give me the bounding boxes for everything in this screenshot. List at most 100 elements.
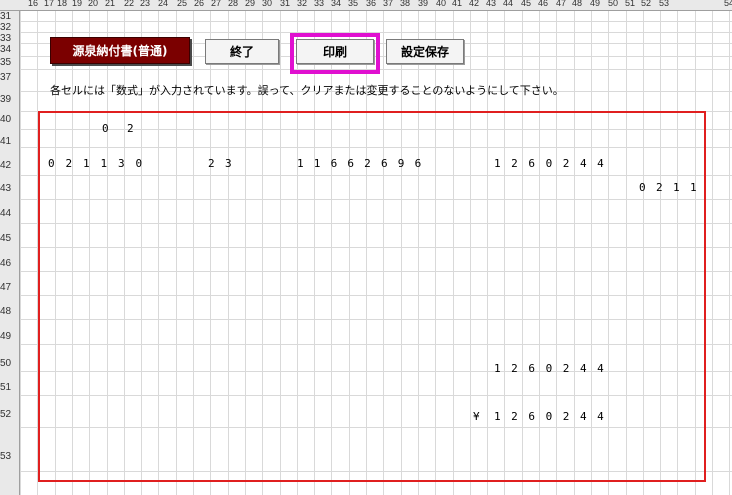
column-header-label[interactable]: 49 xyxy=(590,0,600,8)
digit-cell: 0 xyxy=(545,362,553,375)
row-header-label[interactable]: 39 xyxy=(0,94,18,105)
column-header-label[interactable]: 45 xyxy=(521,0,531,8)
print-button[interactable]: 印刷 xyxy=(296,39,374,64)
column-header-label[interactable]: 17 xyxy=(44,0,54,8)
column-header-label[interactable]: 29 xyxy=(245,0,255,8)
row-header-label[interactable]: 44 xyxy=(0,208,18,219)
row-header-label[interactable]: 46 xyxy=(0,258,18,269)
column-header-label[interactable]: 18 xyxy=(57,0,67,8)
column-header-label[interactable]: 42 xyxy=(469,0,479,8)
digit-cell: 6 xyxy=(528,157,535,170)
digit-cell: 6 xyxy=(414,157,422,170)
column-header-label[interactable]: 34 xyxy=(331,0,341,8)
digit-cell: 2 xyxy=(511,362,518,375)
column-header-label[interactable]: 30 xyxy=(262,0,272,8)
digit-cell: 2 xyxy=(511,157,518,170)
column-header-bar: 16 17 18 19 20 21 22 23 24 25 26 27 28 29 30 31 32 33 34 35… xyxy=(0,0,732,11)
column-header-label[interactable]: 20 xyxy=(88,0,98,8)
grid-column-line xyxy=(729,11,730,495)
row-header-label[interactable]: 53 xyxy=(0,451,18,462)
row-header-label[interactable]: 34 xyxy=(0,44,18,55)
column-header-label[interactable]: 22 xyxy=(124,0,134,8)
row-header-label[interactable]: 45 xyxy=(0,233,18,244)
digit-cell: 1 xyxy=(493,157,501,170)
column-header-label[interactable]: 39 xyxy=(418,0,428,8)
row-header-label[interactable]: 49 xyxy=(0,331,18,342)
column-header-label[interactable]: 37 xyxy=(383,0,393,8)
column-header-label[interactable]: 54 xyxy=(724,0,732,8)
column-header-label[interactable]: 23 xyxy=(140,0,150,8)
digit-cell: 2 xyxy=(562,362,570,375)
digit-cell: 6 xyxy=(380,157,388,170)
digit-cell: 1 xyxy=(100,157,108,170)
column-header-label[interactable]: 48 xyxy=(572,0,582,8)
column-header-label[interactable]: 41 xyxy=(452,0,462,8)
column-header-label[interactable]: 43 xyxy=(486,0,496,8)
column-header-label[interactable]: 27 xyxy=(211,0,221,8)
column-header-label[interactable]: 38 xyxy=(400,0,410,8)
digit-cell: 1 xyxy=(82,157,90,170)
column-header-label[interactable]: 44 xyxy=(503,0,513,8)
column-header-label[interactable]: 28 xyxy=(228,0,238,8)
column-header-label[interactable]: 46 xyxy=(538,0,548,8)
row-header-label[interactable]: 51 xyxy=(0,382,18,393)
row-header-label[interactable]: 47 xyxy=(0,282,18,293)
column-header-label[interactable]: 33 xyxy=(314,0,324,8)
row-header-label[interactable]: 48 xyxy=(0,306,18,317)
digit-cell: 2 xyxy=(562,157,570,170)
exit-button[interactable]: 終了 xyxy=(205,39,279,64)
digit-cell: 2 xyxy=(126,122,134,135)
digit-cell: 4 xyxy=(579,410,587,423)
digit-cell: 2 xyxy=(207,157,215,170)
row-header-bar: 31 32 33 34 35 37 39 40 41 42 43 44 45 46 47 48 49 50 51 52… xyxy=(0,11,20,495)
row-header-label[interactable]: 40 xyxy=(0,114,18,125)
formula-warning-text: 各セルには「数式」が入力されています。誤って、クリアまたは変更することのないよう… xyxy=(50,84,564,97)
column-header-label[interactable]: 26 xyxy=(194,0,204,8)
digit-cell: 6 xyxy=(528,362,535,375)
row-header-label[interactable]: 33 xyxy=(0,33,18,44)
column-header-label[interactable]: 19 xyxy=(72,0,82,8)
save-settings-button[interactable]: 設定保存 xyxy=(386,39,464,64)
column-header-label[interactable]: 52 xyxy=(641,0,651,8)
column-header-label[interactable]: 31 xyxy=(280,0,290,8)
row-header-label[interactable]: 32 xyxy=(0,22,18,33)
digit-cell: 2 xyxy=(65,157,73,170)
column-header-label[interactable]: 47 xyxy=(556,0,566,8)
digit-cell: 0 xyxy=(135,157,143,170)
column-header-label[interactable]: 24 xyxy=(158,0,168,8)
column-header-label[interactable]: 21 xyxy=(105,0,115,8)
row-header-label[interactable]: 31 xyxy=(0,11,18,22)
row-header-label[interactable]: 52 xyxy=(0,409,18,420)
digit-cell: 4 xyxy=(597,410,604,423)
column-header-label[interactable]: 16 xyxy=(28,0,38,8)
digit-cell: 4 xyxy=(579,157,587,170)
column-header-label[interactable]: 32 xyxy=(297,0,307,8)
digit-cell: 3 xyxy=(224,157,232,170)
digit-cell: 4 xyxy=(597,362,604,375)
digit-cell: 2 xyxy=(655,181,663,194)
row-header-label[interactable]: 42 xyxy=(0,160,18,171)
column-header-label[interactable]: 40 xyxy=(436,0,446,8)
column-header-label[interactable]: 25 xyxy=(177,0,187,8)
column-header-label[interactable]: 35 xyxy=(348,0,358,8)
digit-cell: 1 xyxy=(313,157,321,170)
column-header-label[interactable]: 36 xyxy=(366,0,376,8)
row-header-label[interactable]: 50 xyxy=(0,358,18,369)
digit-cell: 4 xyxy=(579,362,587,375)
digit-cell: 0 xyxy=(47,157,55,170)
digit-cell: 0 xyxy=(638,181,646,194)
digit-cell: 3 xyxy=(117,157,125,170)
row-header-label[interactable]: 35 xyxy=(0,57,18,68)
gensen-nofusho-button[interactable]: 源泉納付書(普通) xyxy=(50,37,190,64)
row-header-label[interactable]: 41 xyxy=(0,136,18,147)
digit-cell: 0 xyxy=(545,157,553,170)
column-header-label[interactable]: 50 xyxy=(608,0,618,8)
digit-cell: 1 xyxy=(493,410,501,423)
row-header-label[interactable]: 37 xyxy=(0,72,18,83)
row-header-label[interactable]: 43 xyxy=(0,183,18,194)
digit-cell: 1 xyxy=(493,362,501,375)
digit-cell: 2 xyxy=(511,410,518,423)
column-header-label[interactable]: 53 xyxy=(659,0,669,8)
column-header-label[interactable]: 51 xyxy=(625,0,635,8)
grid-column-line xyxy=(20,11,21,495)
